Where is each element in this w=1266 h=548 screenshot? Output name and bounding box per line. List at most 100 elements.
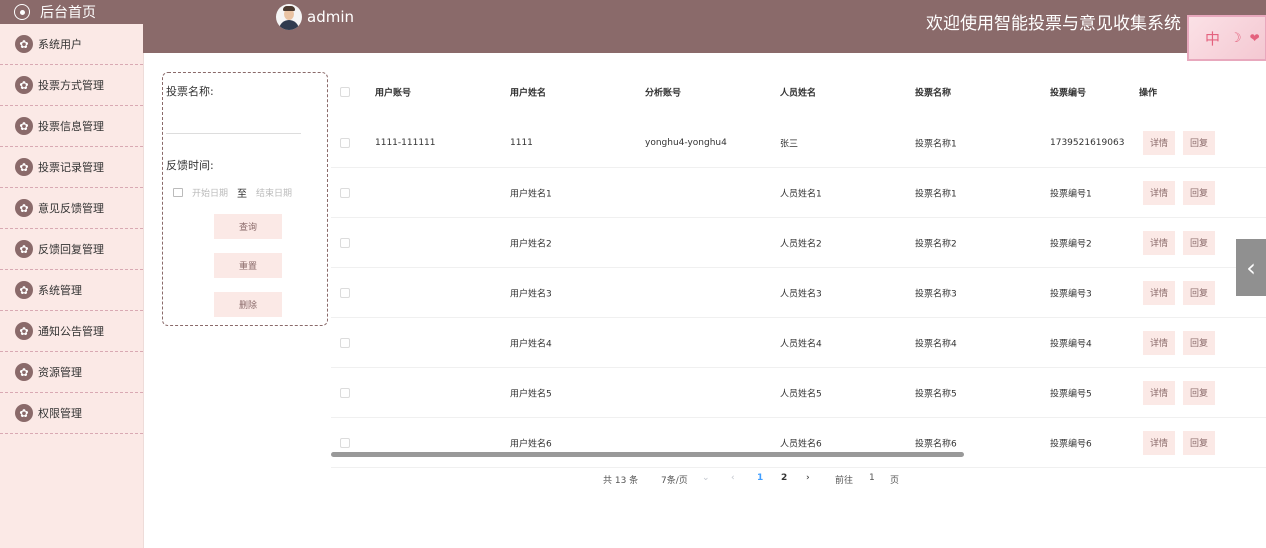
vote-name-input[interactable]	[166, 107, 301, 134]
pagination-total: 共 13 条	[603, 476, 639, 486]
cell-vote-name: 投票名称1	[915, 139, 957, 149]
delete-button[interactable]: 删除	[214, 292, 282, 317]
flower-icon: ✿	[15, 117, 33, 135]
username: admin	[307, 8, 354, 26]
page-unit-label: 页	[890, 476, 900, 486]
row-checkbox[interactable]	[340, 187, 350, 198]
row-checkbox[interactable]	[340, 387, 350, 398]
language-label: 中	[1205, 29, 1221, 48]
reply-button[interactable]: 回复	[1183, 130, 1215, 155]
header-actions: 操作	[1139, 88, 1158, 99]
feedback-time-label: 反馈时间:	[166, 159, 214, 172]
sidebar-item-label: 资源管理	[38, 366, 82, 379]
sidebar-item-system-users[interactable]: ✿ 系统用户	[0, 24, 143, 65]
sidebar-item-vote-records[interactable]: ✿ 投票记录管理	[0, 147, 143, 188]
sidebar-item-feedback[interactable]: ✿ 意见反馈管理	[0, 188, 143, 229]
goto-page-input[interactable]: 1	[869, 473, 875, 483]
sidebar-item-label: 反馈回复管理	[38, 243, 104, 256]
table-row: 用户姓名4 人员姓名4 投票名称4 投票编号4 详情 回复	[331, 318, 1266, 368]
cell-user-name: 用户姓名1	[510, 189, 552, 199]
goto-label: 前往	[835, 476, 854, 486]
chevron-left-icon: ‹	[1246, 253, 1256, 282]
table-row: 用户姓名6 人员姓名6 投票名称6 投票编号6 详情 回复	[331, 418, 1266, 468]
sidebar: 后台首页 ✿ 系统用户 ✿ 投票方式管理 ✿ 投票信息管理 ✿ 投票记录管理 ✿…	[0, 0, 144, 548]
row-checkbox[interactable]	[340, 287, 350, 298]
collapse-panel-tab[interactable]: ‹	[1236, 239, 1266, 296]
language-switch[interactable]: 中 ☽ ❤	[1187, 15, 1266, 61]
header-analysis-account: 分析账号	[645, 88, 682, 99]
detail-button[interactable]: 详情	[1143, 230, 1175, 255]
cell-vote-number: 投票编号1	[1050, 189, 1092, 199]
flower-icon: ✿	[15, 76, 33, 94]
cell-analysis-account: yonghu4-yonghu4	[645, 137, 727, 148]
cell-vote-number: 投票编号6	[1050, 439, 1092, 449]
flower-icon: ✿	[15, 404, 33, 422]
welcome-title: 欢迎使用智能投票与意见收集系统	[926, 14, 1181, 34]
bird-icon: ❤	[1249, 31, 1260, 45]
row-checkbox[interactable]	[340, 237, 350, 248]
table-row: 用户姓名2 人员姓名2 投票名称2 投票编号2 详情 回复	[331, 218, 1266, 268]
sidebar-item-vote-info[interactable]: ✿ 投票信息管理	[0, 106, 143, 147]
row-checkbox[interactable]	[340, 337, 350, 348]
end-date-input[interactable]: 结束日期	[256, 186, 292, 199]
cell-vote-name: 投票名称4	[915, 339, 957, 349]
select-all-checkbox[interactable]	[340, 87, 350, 97]
query-button[interactable]: 查询	[214, 214, 282, 239]
detail-button[interactable]: 详情	[1143, 330, 1175, 355]
cell-user-name: 用户姓名5	[510, 389, 552, 399]
start-date-input[interactable]: 开始日期	[192, 186, 228, 199]
row-checkbox[interactable]	[340, 437, 350, 448]
reply-button[interactable]: 回复	[1183, 430, 1215, 455]
detail-button[interactable]: 详情	[1143, 130, 1175, 155]
cell-user-account: 1111-111111	[375, 137, 436, 148]
sidebar-home[interactable]: 后台首页	[0, 0, 143, 24]
cell-vote-name: 投票名称3	[915, 289, 957, 299]
vote-name-label: 投票名称:	[166, 85, 214, 98]
sidebar-item-notice[interactable]: ✿ 通知公告管理	[0, 311, 143, 352]
date-range-picker[interactable]: 开始日期 至 结束日期	[173, 185, 292, 200]
flower-icon: ✿	[15, 35, 33, 53]
cell-user-name: 用户姓名2	[510, 239, 552, 249]
page-2-button[interactable]: 2	[781, 473, 787, 483]
cell-person-name: 人员姓名4	[780, 339, 822, 349]
header-user-name: 用户姓名	[510, 88, 547, 99]
page-1-button[interactable]: 1	[757, 473, 763, 483]
sidebar-item-feedback-reply[interactable]: ✿ 反馈回复管理	[0, 229, 143, 270]
reset-button[interactable]: 重置	[214, 253, 282, 278]
sidebar-item-system[interactable]: ✿ 系统管理	[0, 270, 143, 311]
sidebar-item-label: 投票记录管理	[38, 161, 104, 174]
moon-icon: ☽	[1230, 30, 1242, 46]
reply-button[interactable]: 回复	[1183, 280, 1215, 305]
flower-icon: ✿	[15, 158, 33, 176]
next-page-button[interactable]: ›	[806, 473, 810, 483]
sidebar-item-vote-method[interactable]: ✿ 投票方式管理	[0, 65, 143, 106]
detail-button[interactable]: 详情	[1143, 380, 1175, 405]
reply-button[interactable]: 回复	[1183, 230, 1215, 255]
detail-button[interactable]: 详情	[1143, 180, 1175, 205]
detail-button[interactable]: 详情	[1143, 430, 1175, 455]
cell-user-name: 用户姓名4	[510, 339, 552, 349]
prev-page-button[interactable]: ‹	[731, 473, 735, 483]
page-size-select[interactable]: 7条/页	[661, 473, 688, 486]
table-row: 用户姓名3 人员姓名3 投票名称3 投票编号3 详情 回复	[331, 268, 1266, 318]
cell-user-name: 用户姓名3	[510, 289, 552, 299]
reply-button[interactable]: 回复	[1183, 380, 1215, 405]
reply-button[interactable]: 回复	[1183, 180, 1215, 205]
cell-vote-number: 投票编号4	[1050, 339, 1092, 349]
reply-button[interactable]: 回复	[1183, 330, 1215, 355]
horizontal-scrollbar[interactable]	[331, 452, 964, 457]
sidebar-item-permissions[interactable]: ✿ 权限管理	[0, 393, 143, 434]
sidebar-item-label: 系统管理	[38, 284, 82, 297]
flower-icon: ✿	[15, 199, 33, 217]
header-user-account: 用户账号	[375, 88, 412, 99]
detail-button[interactable]: 详情	[1143, 280, 1175, 305]
cell-person-name: 人员姓名6	[780, 439, 822, 449]
avatar[interactable]	[276, 4, 302, 30]
sidebar-home-label: 后台首页	[40, 5, 96, 21]
cell-vote-name: 投票名称5	[915, 389, 957, 399]
sidebar-item-resources[interactable]: ✿ 资源管理	[0, 352, 143, 393]
row-checkbox[interactable]	[340, 137, 350, 148]
sidebar-item-label: 系统用户	[38, 38, 82, 51]
search-panel: 投票名称: 反馈时间: 开始日期 至 结束日期 查询 重置 删除	[162, 72, 328, 326]
flower-icon: ✿	[15, 240, 33, 258]
